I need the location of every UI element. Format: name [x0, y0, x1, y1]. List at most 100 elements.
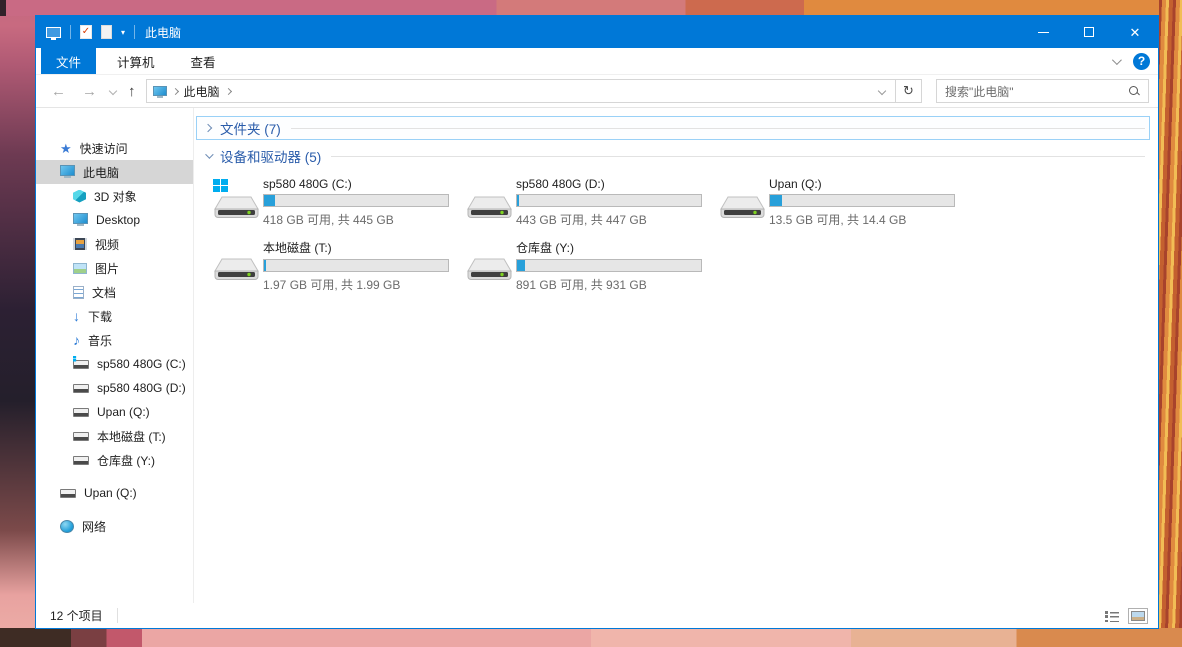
sidebar-item-desktop[interactable]: Desktop: [36, 208, 193, 232]
breadcrumb-chevron-icon[interactable]: [171, 87, 178, 94]
sidebar-item-label: 网络: [82, 518, 106, 535]
search-icon[interactable]: [1128, 85, 1140, 97]
drive-tile-y[interactable]: 仓库盘 (Y:) 891 GB 可用, 共 931 GB: [466, 238, 712, 291]
capacity-bar-fill: [264, 260, 266, 271]
capacity-bar: [263, 194, 449, 207]
drive-tile-t[interactable]: 本地磁盘 (T:) 1.97 GB 可用, 共 1.99 GB: [213, 238, 459, 291]
help-button[interactable]: ?: [1133, 53, 1150, 70]
minimize-button[interactable]: [1020, 16, 1066, 48]
breadcrumb-chevron-icon[interactable]: [224, 87, 231, 94]
recent-locations-chevron-icon[interactable]: [109, 87, 117, 95]
sidebar-item-videos[interactable]: 视频: [36, 232, 193, 256]
title-bar[interactable]: ✓ ▾ 此电脑 ✕: [36, 16, 1158, 48]
sidebar-item-label: 下载: [88, 308, 112, 325]
close-icon: ✕: [1130, 26, 1141, 39]
forward-button[interactable]: →: [77, 83, 102, 100]
sidebar-item-drive-y[interactable]: 仓库盘 (Y:): [36, 448, 193, 472]
drive-name: sp580 480G (D:): [516, 177, 712, 191]
sidebar-item-drive-q[interactable]: Upan (Q:): [36, 400, 193, 424]
sidebar-item-label: 音乐: [88, 332, 112, 349]
properties-icon[interactable]: ✓: [80, 25, 92, 39]
collapse-chevron-icon[interactable]: [205, 150, 213, 158]
details-view-icon[interactable]: [1105, 610, 1120, 622]
sidebar-item-3d-objects[interactable]: 3D 对象: [36, 184, 193, 208]
close-button[interactable]: ✕: [1112, 16, 1158, 48]
customize-toolbar-caret-icon[interactable]: ▾: [121, 28, 125, 37]
group-header-folders[interactable]: 文件夹 (7): [196, 116, 1150, 140]
this-pc-monitor-icon: [60, 165, 75, 176]
drive-icon: [60, 489, 76, 498]
sidebar-item-label: sp580 480G (D:): [97, 381, 186, 395]
address-dropdown-chevron-icon[interactable]: [878, 87, 886, 95]
maximize-button[interactable]: [1066, 16, 1112, 48]
navigation-pane: ★ 快速访问 此电脑 3D 对象 Desktop 视频 图片: [36, 108, 194, 603]
drive-free-space: 443 GB 可用, 共 447 GB: [516, 211, 712, 228]
drive-icon: [73, 384, 89, 393]
group-header-devices-drives[interactable]: 设备和驱动器 (5): [196, 144, 1150, 168]
desktop-monitor-icon: [73, 213, 88, 224]
sidebar-item-label: sp580 480G (C:): [97, 357, 186, 371]
check-icon: ✓: [82, 27, 90, 37]
file-list-area: 文件夹 (7) 设备和驱动器 (5): [194, 108, 1158, 603]
drive-details: sp580 480G (D:) 443 GB 可用, 共 447 GB: [516, 176, 712, 229]
drive-icon: [466, 238, 516, 291]
search-box[interactable]: 搜索"此电脑": [936, 79, 1149, 103]
drive-icon: [213, 176, 263, 229]
sidebar-item-pictures[interactable]: 图片: [36, 256, 193, 280]
toolbar-separator: [134, 25, 135, 39]
capacity-bar: [263, 259, 449, 272]
ribbon-collapse-chevron-icon[interactable]: [1112, 55, 1122, 65]
group-header-rule: [331, 156, 1145, 157]
drive-free-space: 1.97 GB 可用, 共 1.99 GB: [263, 276, 459, 293]
thumbnail-view-icon: [1131, 611, 1145, 621]
address-bar[interactable]: 此电脑: [146, 79, 897, 103]
desktop-wallpaper-top: [0, 0, 1182, 16]
drive-tile-c[interactable]: sp580 480G (C:) 418 GB 可用, 共 445 GB: [213, 176, 459, 229]
drive-tile-d[interactable]: sp580 480G (D:) 443 GB 可用, 共 447 GB: [466, 176, 712, 229]
back-button[interactable]: ←: [46, 83, 71, 100]
breadcrumb[interactable]: 此电脑: [184, 83, 220, 100]
group-header-label: 文件夹 (7): [220, 118, 281, 138]
tab-computer[interactable]: 计算机: [102, 48, 170, 74]
tab-view[interactable]: 查看: [176, 48, 231, 74]
quick-access-toolbar: ✓ ▾: [36, 25, 135, 39]
sidebar-item-drive-c[interactable]: sp580 480G (C:): [36, 352, 193, 376]
pictures-icon: [73, 263, 87, 274]
windows-logo-badge-icon: [213, 179, 228, 192]
sidebar-item-documents[interactable]: 文档: [36, 280, 193, 304]
drive-name: 本地磁盘 (T:): [263, 239, 459, 256]
sidebar-item-label: Desktop: [96, 213, 140, 227]
drive-name: Upan (Q:): [769, 177, 965, 191]
desktop-wallpaper-right: [1159, 0, 1182, 647]
sidebar-item-music[interactable]: ♪ 音乐: [36, 328, 193, 352]
sidebar-item-upan[interactable]: Upan (Q:): [36, 481, 193, 505]
downloads-arrow-icon: ↓: [73, 309, 80, 323]
sidebar-item-this-pc[interactable]: 此电脑: [36, 160, 193, 184]
sidebar-item-drive-t[interactable]: 本地磁盘 (T:): [36, 424, 193, 448]
status-bar: 12 个项目: [36, 603, 1158, 628]
drive-name: 仓库盘 (Y:): [516, 239, 712, 256]
window-controls: ✕: [1020, 16, 1158, 48]
3d-objects-cube-icon: [73, 190, 86, 203]
sidebar-item-network[interactable]: 网络: [36, 514, 193, 538]
maximize-icon: [1084, 27, 1094, 37]
sidebar-item-downloads[interactable]: ↓ 下载: [36, 304, 193, 328]
drive-free-space: 13.5 GB 可用, 共 14.4 GB: [769, 211, 965, 228]
sidebar-item-quick-access[interactable]: ★ 快速访问: [36, 136, 193, 160]
drive-tile-q[interactable]: Upan (Q:) 13.5 GB 可用, 共 14.4 GB: [719, 176, 965, 229]
toolbar-separator: [70, 25, 71, 39]
search-input[interactable]: 搜索"此电脑": [945, 83, 1128, 100]
up-button[interactable]: ↑: [124, 83, 140, 100]
group-header-label: 设备和驱动器 (5): [220, 146, 321, 166]
drive-details: 本地磁盘 (T:) 1.97 GB 可用, 共 1.99 GB: [263, 238, 459, 291]
expand-chevron-icon[interactable]: [204, 124, 212, 132]
tab-file[interactable]: 文件: [41, 48, 96, 74]
large-icons-view-button[interactable]: [1128, 608, 1148, 624]
new-folder-icon[interactable]: [101, 25, 112, 39]
ribbon-right-controls: ?: [1112, 48, 1150, 74]
sidebar-item-label: Upan (Q:): [84, 486, 137, 500]
sidebar-item-label: 本地磁盘 (T:): [97, 428, 166, 445]
sidebar-item-drive-d[interactable]: sp580 480G (D:): [36, 376, 193, 400]
refresh-button[interactable]: ↻: [896, 79, 922, 103]
drive-details: 仓库盘 (Y:) 891 GB 可用, 共 931 GB: [516, 238, 712, 291]
